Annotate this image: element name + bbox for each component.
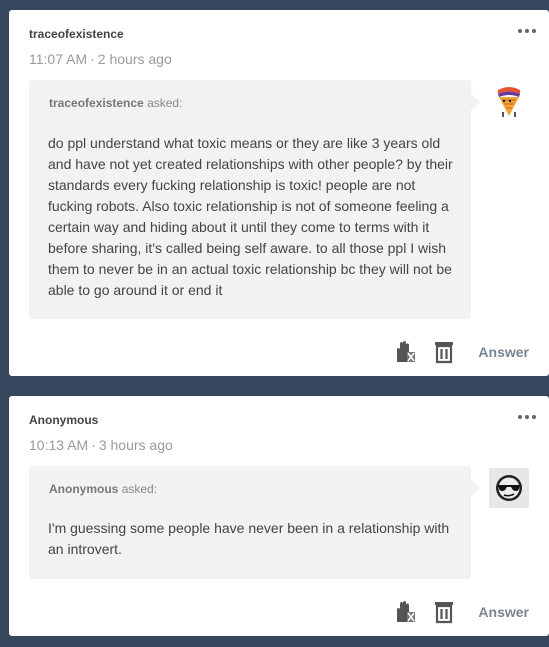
post-relative-time: 2 hours ago [97,51,172,67]
asker-line: Anonymous asked: [49,482,157,496]
answer-button[interactable]: Answer [478,604,529,620]
asked-label: asked: [121,482,158,496]
post-username[interactable]: traceofexistence [29,27,124,41]
question-text: I'm guessing some people have never been… [48,520,450,557]
sunglasses-face-icon [496,475,522,501]
post-timestamp: 10:13 AM · 3 hours ago [29,437,173,453]
ask-post-card: Anonymous 10:13 AM · 3 hours ago Anonymous… [9,396,549,636]
post-actions: Answer [391,600,529,624]
asker-line: traceofexistence asked: [49,96,182,110]
post-relative-time: 3 hours ago [98,437,173,453]
asked-label: asked: [147,96,183,110]
hand-block-icon[interactable] [391,600,416,624]
post-timestamp: 11:07 AM · 2 hours ago [29,51,172,67]
post-time: 10:13 AM [29,437,89,453]
trash-icon[interactable] [432,340,456,364]
asker-name[interactable]: traceofexistence [49,96,144,110]
question-bubble: Anonymous asked: I'm guessing some peopl… [29,466,480,579]
ice-cream-cone-avatar[interactable] [489,82,529,122]
trash-icon[interactable] [432,600,456,624]
ask-post-card: traceofexistence 11:07 AM · 2 hours ago tr… [9,10,549,376]
post-time: 11:07 AM [29,51,88,67]
answer-button[interactable]: Answer [478,344,529,360]
separator-dot: · [91,437,96,453]
more-options-button[interactable] [517,412,537,422]
post-actions: Answer [391,340,529,364]
more-options-button[interactable] [517,26,537,36]
asker-name: Anonymous [49,482,119,496]
separator-dot: · [90,51,95,67]
question-text: do ppl understand what toxic means or th… [48,135,453,298]
hand-block-icon[interactable] [391,340,416,364]
post-username[interactable]: Anonymous [29,413,98,427]
sunglasses-face-avatar [489,468,529,508]
question-bubble: traceofexistence asked: do ppl understan… [29,80,480,319]
